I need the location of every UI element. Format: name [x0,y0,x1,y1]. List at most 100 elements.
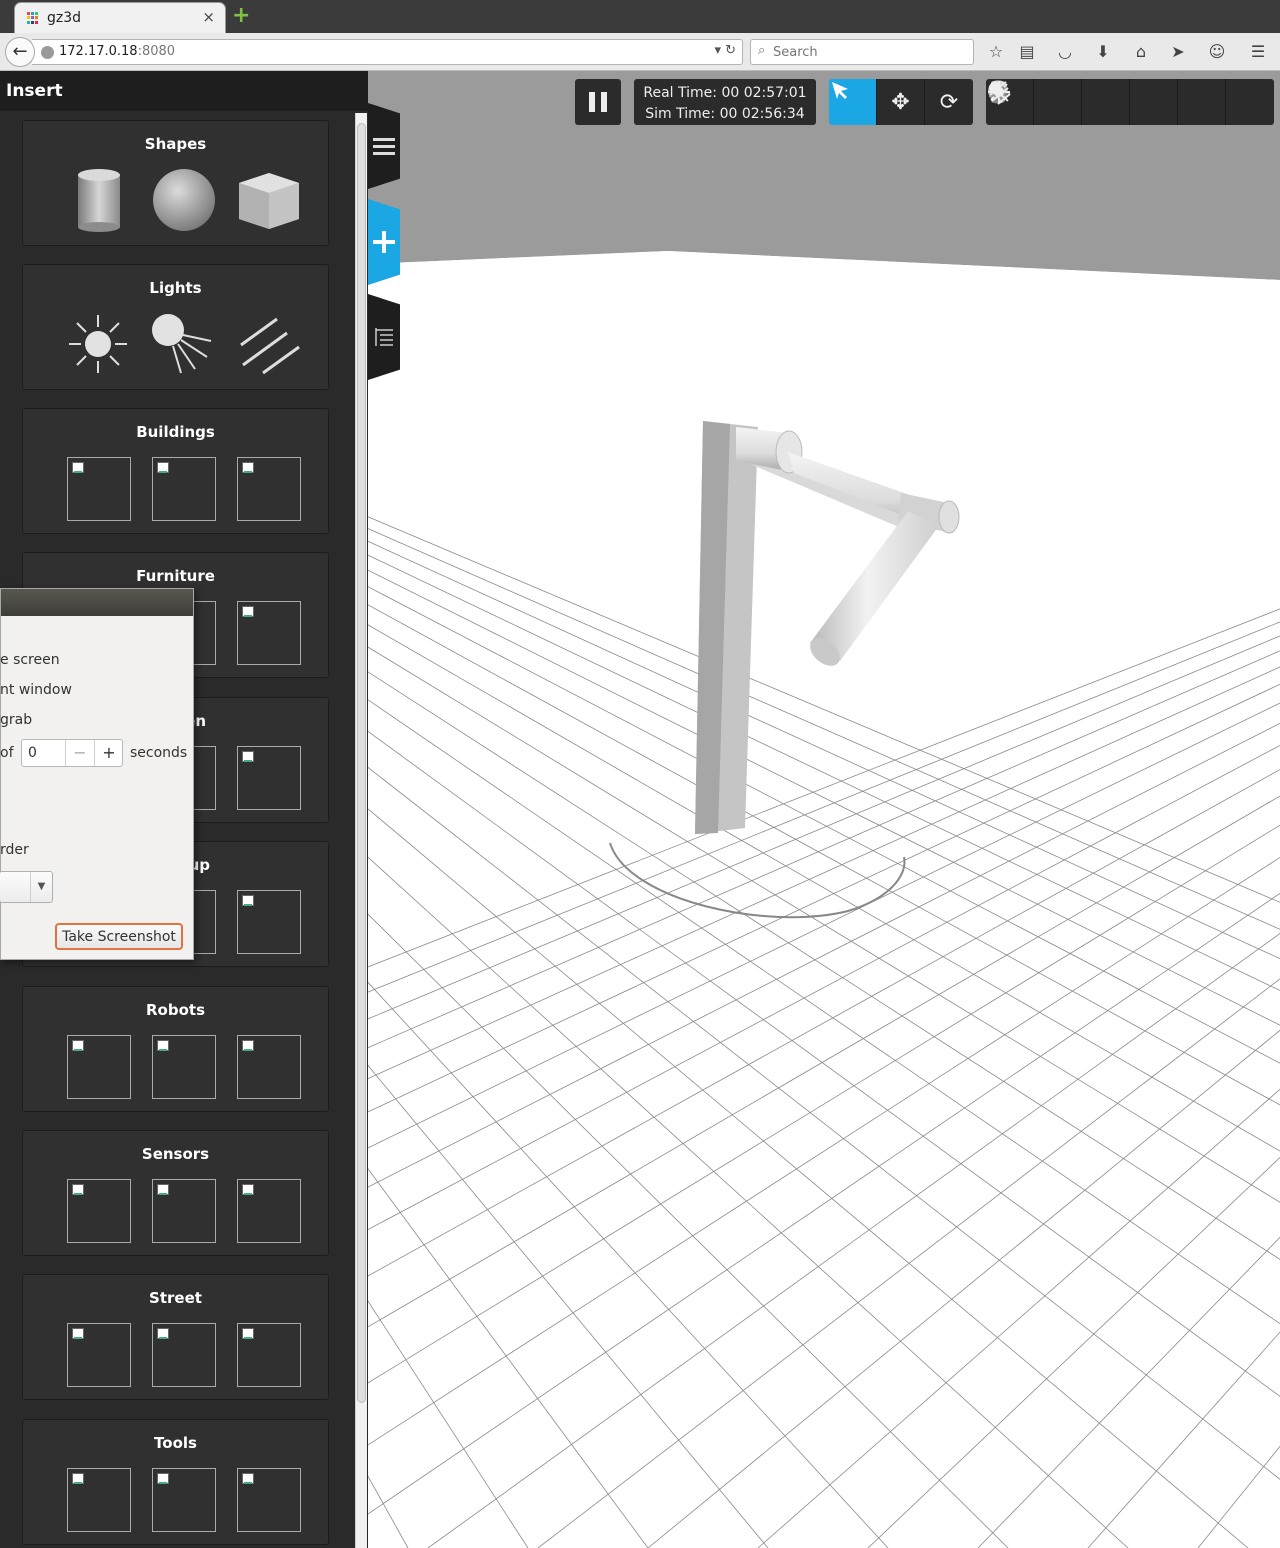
browser-tab[interactable]: gz3d × [14,2,226,33]
model-thumbnail[interactable] [237,1323,301,1387]
tab-close-icon[interactable]: × [202,8,215,26]
broken-image-icon [72,1040,84,1051]
rotate-mode-icon[interactable]: ⟳ [925,79,973,125]
back-arrow-icon[interactable]: ← [5,37,35,67]
category-title: Shapes [144,135,207,153]
pocket-icon[interactable]: ◡ [1054,41,1076,63]
url-text: 172.17.0.18:8080 [59,44,175,59]
model-thumbnail[interactable] [152,457,216,521]
category-sensors: Sensors [22,1130,329,1256]
category-title: Robots [146,1001,205,1019]
insert-tab-plus-icon[interactable] [368,199,400,285]
category-title: Lights [149,279,202,297]
broken-image-icon [242,895,254,906]
hamburger-menu-icon[interactable]: ☰ [1247,41,1269,63]
tab-title: gz3d [47,10,82,26]
app-favicon-icon [27,12,39,24]
select-mode-arrow-icon[interactable] [829,79,877,125]
model-thumbnail[interactable] [67,1179,131,1243]
include-border-label[interactable]: rder [0,842,29,858]
directional-light-icon[interactable] [235,311,301,377]
category-lights: Lights [22,264,329,390]
delay-input[interactable] [28,744,64,762]
url-host: 172.17.0.18 [59,44,138,59]
panel-scrollbar[interactable] [355,113,367,1548]
model-thumbnail[interactable] [67,1468,131,1532]
broken-image-icon [157,1328,169,1339]
point-light-icon[interactable] [65,311,131,377]
take-screenshot-button[interactable]: Take Screenshot [55,923,183,950]
scene-canvas[interactable] [368,71,1280,1548]
pause-icon [589,92,595,112]
new-tab-icon[interactable]: + [232,4,250,28]
delay-spinbutton[interactable]: − + [21,739,123,767]
download-icon[interactable]: ⬇ [1092,41,1114,63]
model-thumbnail[interactable] [152,1035,216,1099]
category-title: Street [149,1289,202,1307]
pause-button[interactable] [575,79,621,125]
3d-viewport[interactable]: Real Time: 00 02:57:01 Sim Time: 00 02:5… [368,71,1280,1548]
model-thumbnail[interactable] [152,1179,216,1243]
model-thumbnail[interactable] [67,457,131,521]
translate-mode-icon[interactable]: ✥ [877,79,925,125]
scrollbar-thumb[interactable] [357,123,366,1403]
broken-image-icon [72,1473,84,1484]
send-icon[interactable]: ➤ [1167,41,1189,63]
reading-list-icon[interactable]: ▤ [1016,41,1038,63]
category-title: Furniture [136,567,215,585]
spot-light-icon[interactable] [151,311,217,377]
effects-combobox[interactable]: ▼ [0,871,53,903]
url-dropdown-reload-icons[interactable]: ▾ ↻ [714,43,736,58]
dialog-titlebar[interactable] [1,589,193,616]
model-thumbnail[interactable] [237,601,301,665]
cylinder-shape-icon[interactable] [75,167,123,233]
model-thumbnail[interactable] [67,1035,131,1099]
model-thumbnail[interactable] [237,1468,301,1532]
point-light-icon[interactable] [988,79,1178,125]
category-shapes: Shapes [22,120,329,246]
broken-image-icon [242,606,254,617]
model-thumbnail[interactable] [237,890,301,954]
sim-time: Sim Time: 00 02:56:34 [645,106,805,122]
category-buildings: Buildings [22,408,329,534]
search-input[interactable] [773,42,963,62]
broken-image-icon [72,1184,84,1195]
address-bar[interactable]: 172.17.0.18:8080 ▾ ↻ [32,39,743,65]
model-thumbnail[interactable] [67,1323,131,1387]
directional-light-icon[interactable] [989,79,1274,125]
time-display: Real Time: 00 02:57:01 Sim Time: 00 02:5… [634,79,816,125]
broken-image-icon [242,1473,254,1484]
decrement-button[interactable]: − [65,740,94,766]
panel-header: Insert [0,71,368,111]
home-icon[interactable]: ⌂ [1130,41,1152,63]
bookmark-star-icon[interactable]: ☆ [985,41,1007,63]
model-thumbnail[interactable] [237,1035,301,1099]
increment-button[interactable]: + [94,740,123,766]
delay-unit-label: seconds [130,745,188,761]
spot-light-icon[interactable] [989,79,1226,125]
broken-image-icon [242,1040,254,1051]
model-thumbnail[interactable] [237,746,301,810]
model-thumbnail[interactable] [152,1323,216,1387]
sphere-shape-icon[interactable] [988,79,1082,125]
box-shape-icon[interactable] [235,169,301,231]
option-current-window-label[interactable]: nt window [0,682,72,698]
delay-prefix-label: of [0,745,14,761]
model-thumbnail[interactable] [237,457,301,521]
cylinder-shape-icon[interactable] [991,79,1130,125]
option-whole-screen-label[interactable]: e screen [0,652,60,668]
option-select-area-label[interactable]: grab [0,712,32,728]
model-tree-tab-icon[interactable] [368,294,400,380]
broken-image-icon [242,1184,254,1195]
model-thumbnail[interactable] [152,1468,216,1532]
globe-icon [41,46,54,59]
sphere-shape-icon[interactable] [151,167,217,233]
menu-tab-hamburger-icon[interactable] [368,103,400,189]
category-title: Sensors [141,1145,210,1163]
category-tools: Tools [22,1419,329,1545]
model-thumbnail[interactable] [237,1179,301,1243]
search-bar[interactable]: ⌕ [750,39,974,65]
chat-icon[interactable]: ☺ [1206,41,1228,63]
search-icon: ⌕ [758,43,766,58]
screenshot-dialog: e screen nt window grab of − + seconds r… [0,588,194,960]
